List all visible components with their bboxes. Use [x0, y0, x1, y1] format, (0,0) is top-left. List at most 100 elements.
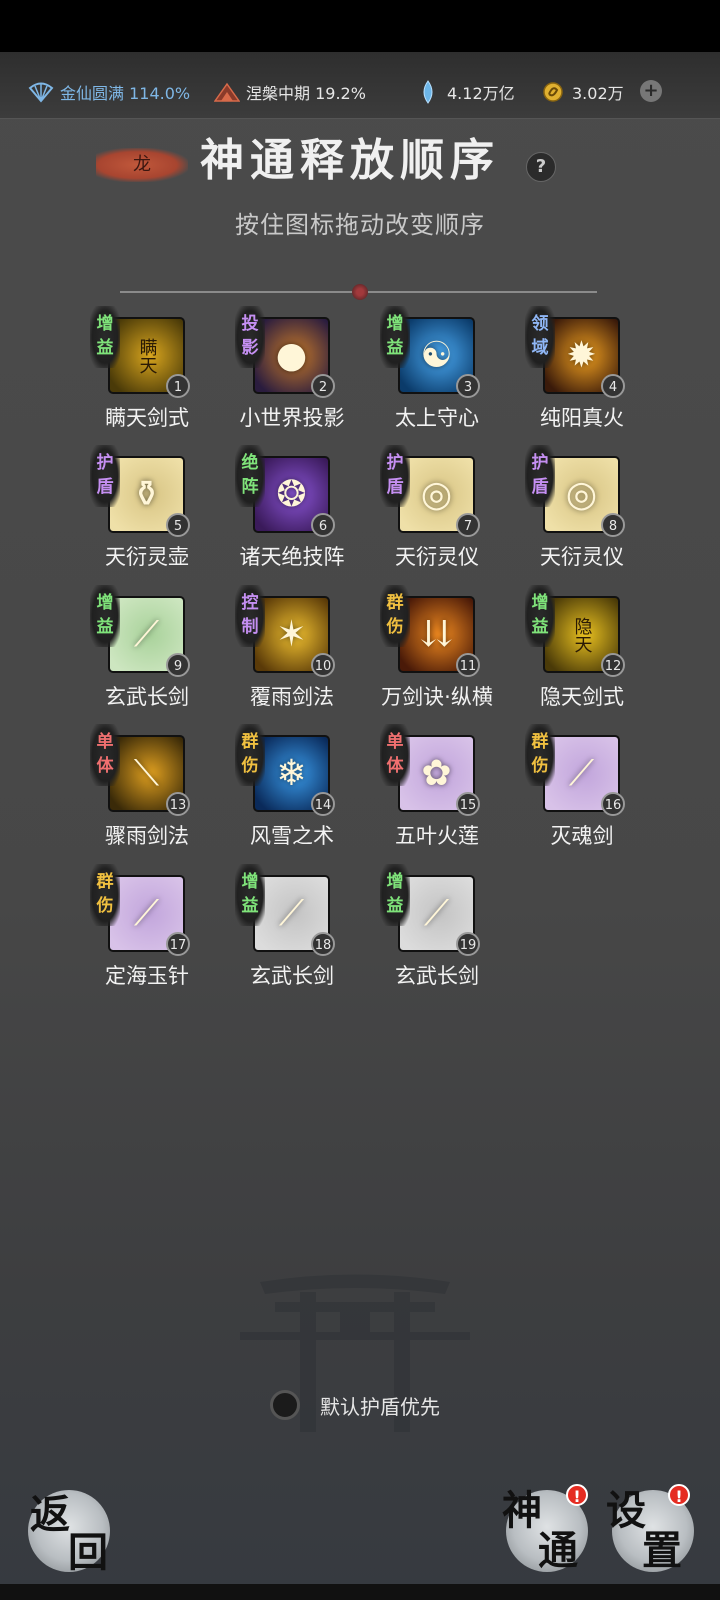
back-button[interactable]: 返 回	[28, 1490, 110, 1576]
skills-label-bottom: 通	[538, 1527, 578, 1574]
skill-item[interactable]: ⟋ 群 伤 17 定海玉针	[70, 864, 210, 994]
skill-item[interactable]: ✶ 控 制 10 覆雨剑法	[215, 585, 355, 715]
fan-icon	[28, 81, 54, 103]
add-currency-button[interactable]: +	[640, 80, 662, 102]
skill-name: 天衍灵仪	[540, 545, 624, 569]
skill-order-number: 19	[456, 932, 480, 956]
skill-type-tag: 护 盾	[380, 445, 410, 507]
crystal-icon	[415, 80, 441, 104]
settings-label-bottom: 置	[642, 1527, 682, 1574]
skill-name: 玄武长剑	[395, 964, 479, 988]
stage-text: 涅槃中期 19.2%	[246, 84, 366, 103]
skill-order-number: 4	[601, 374, 625, 398]
resource-bar: 金仙圆满 114.0% 涅槃中期 19.2% 4.12万亿 3.02万	[0, 52, 720, 119]
skill-item[interactable]: ⟋ 增 益 9 玄武长剑	[70, 585, 210, 715]
skill-item[interactable]: 隐天增 益 12 隐天剑式	[505, 585, 645, 715]
skill-type-tag: 增 益	[380, 306, 410, 368]
settings-alert-badge: !	[668, 1484, 690, 1506]
skill-name: 隐天剑式	[540, 685, 624, 709]
skill-type-tag: 群 伤	[235, 724, 265, 786]
skill-type-tag: 增 益	[90, 585, 120, 647]
skill-order-number: 10	[311, 653, 335, 677]
skill-name: 骤雨剑法	[105, 824, 189, 848]
skill-name: 瞒天剑式	[105, 406, 189, 430]
skill-name: 小世界投影	[239, 406, 345, 430]
skill-name: 灭魂剑	[550, 824, 614, 848]
gem-stat[interactable]: 4.12万亿	[415, 79, 515, 105]
skill-type-tag: 领 域	[525, 306, 555, 368]
shield-priority-toggle[interactable]	[270, 1390, 300, 1420]
skill-order-number: 12	[601, 653, 625, 677]
skill-order-number: 13	[166, 792, 190, 816]
skill-type-tag: 群 伤	[380, 585, 410, 647]
gold-text: 3.02万	[572, 84, 624, 103]
skill-item[interactable]: ◎ 护 盾 8 天衍灵仪	[505, 445, 645, 575]
skill-name: 天衍灵仪	[395, 545, 479, 569]
gold-stat[interactable]: 3.02万	[540, 79, 624, 105]
skill-type-tag: 群 伤	[90, 864, 120, 926]
back-label-top: 返	[30, 1491, 70, 1538]
skill-type-tag: 增 益	[235, 864, 265, 926]
skill-order-number: 3	[456, 374, 480, 398]
settings-button[interactable]: 设 置 !	[606, 1484, 694, 1574]
skill-item[interactable]: ✹ 领 域 4 纯阳真火	[505, 306, 645, 436]
skill-name: 玄武长剑	[250, 964, 334, 988]
skill-item[interactable]: ⟋ 群 伤 16 灭魂剑	[505, 724, 645, 854]
skill-item[interactable]: ⚱ 护 盾 5 天衍灵壶	[70, 445, 210, 575]
skill-item[interactable]: 瞒天增 益 1 瞒天剑式	[70, 306, 210, 436]
skill-name: 五叶火莲	[395, 824, 479, 848]
skill-order-number: 16	[601, 792, 625, 816]
skills-label-top: 神	[502, 1487, 542, 1534]
skill-item[interactable]: ⟋ 增 益 19 玄武长剑	[360, 864, 500, 994]
skill-name: 玄武长剑	[105, 685, 189, 709]
skill-name: 纯阳真火	[540, 406, 624, 430]
skill-order-number: 8	[601, 513, 625, 537]
skill-item[interactable]: ❂ 绝 阵 6 诸天绝技阵	[215, 445, 355, 575]
skill-name: 太上守心	[395, 406, 479, 430]
help-button[interactable]: ?	[526, 152, 556, 182]
skill-order-number: 14	[311, 792, 335, 816]
skill-item[interactable]: ⟍ 单 体 13 骤雨剑法	[70, 724, 210, 854]
skill-order-number: 5	[166, 513, 190, 537]
skill-type-tag: 单 体	[380, 724, 410, 786]
skill-name: 诸天绝技阵	[239, 545, 345, 569]
skill-order-number: 6	[311, 513, 335, 537]
skill-name: 天衍灵壶	[105, 545, 189, 569]
shield-priority-label: 默认护盾优先	[320, 1395, 440, 1419]
skill-item[interactable]: ⇊ 群 伤 11 万剑诀·纵横	[360, 585, 500, 715]
skill-type-tag: 投 影	[235, 306, 265, 368]
skill-type-tag: 增 益	[525, 585, 555, 647]
realm-stat[interactable]: 金仙圆满 114.0%	[28, 79, 190, 105]
skill-order-number: 9	[166, 653, 190, 677]
stage-stat[interactable]: 涅槃中期 19.2%	[214, 79, 366, 105]
skill-type-tag: 群 伤	[525, 724, 555, 786]
lotus-peak-icon	[214, 81, 240, 103]
top-black-bar	[0, 0, 720, 52]
skill-item[interactable]: ⟋ 增 益 18 玄武长剑	[215, 864, 355, 994]
skill-order-number: 11	[456, 653, 480, 677]
skill-name: 风雪之术	[250, 824, 334, 848]
skill-item[interactable]: ✿ 单 体 15 五叶火莲	[360, 724, 500, 854]
back-label-bottom: 回	[68, 1529, 108, 1576]
skill-type-tag: 控 制	[235, 585, 265, 647]
skill-item[interactable]: ● 投 影 2 小世界投影	[215, 306, 355, 436]
skill-type-tag: 绝 阵	[235, 445, 265, 507]
skill-order-number: 15	[456, 792, 480, 816]
skill-order-number: 18	[311, 932, 335, 956]
gem-text: 4.12万亿	[447, 84, 515, 103]
skills-button[interactable]: 神 通 !	[502, 1484, 588, 1574]
skill-type-tag: 增 益	[90, 306, 120, 368]
skill-item[interactable]: ◎ 护 盾 7 天衍灵仪	[360, 445, 500, 575]
realm-text: 金仙圆满 114.0%	[60, 84, 191, 103]
skill-type-tag: 护 盾	[90, 445, 120, 507]
bottom-strip	[0, 1584, 720, 1600]
coin-icon	[540, 81, 566, 103]
skill-item[interactable]: ☯ 增 益 3 太上守心	[360, 306, 500, 436]
skill-item[interactable]: ❄ 群 伤 14 风雪之术	[215, 724, 355, 854]
skills-alert-badge: !	[566, 1484, 588, 1506]
dragon-tag: 龙	[96, 148, 188, 182]
skill-order-number: 2	[311, 374, 335, 398]
skill-order-number: 17	[166, 932, 190, 956]
skill-type-tag: 护 盾	[525, 445, 555, 507]
subtitle: 按住图标拖动改变顺序	[235, 211, 485, 239]
